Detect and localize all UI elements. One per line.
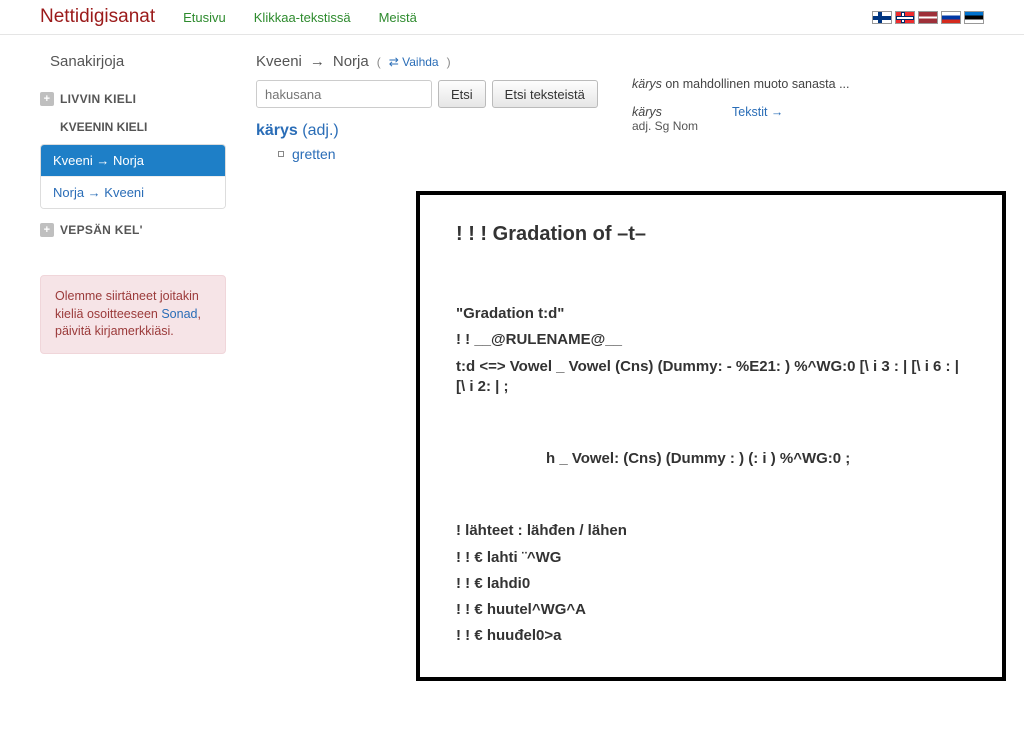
translation-link[interactable]: gretten [292, 146, 336, 162]
crumb-from: Kveeni [256, 53, 302, 70]
lang-group-kveenin[interactable]: KVEENIN KIELI [60, 116, 226, 138]
hint-word: kärys [632, 77, 662, 91]
direction-kveeni-norja[interactable]: Kveeni → Norja [41, 145, 225, 176]
crumb-to: Norja [333, 53, 369, 70]
flag-no-icon[interactable] [895, 11, 915, 24]
bullet-icon [278, 151, 284, 157]
search-input[interactable] [256, 80, 432, 108]
direction-norja-kveeni[interactable]: Norja → Kveeni [41, 176, 225, 208]
morphology: adj. Sg Nom [632, 119, 698, 133]
migration-alert: Olemme siirtäneet joitakin kieliä osoitt… [40, 275, 226, 354]
flag-lv-icon[interactable] [918, 11, 938, 24]
swap-paren: ( [377, 55, 381, 69]
nav-about[interactable]: Meistä [379, 10, 417, 25]
sidebar: Sanakirjoja + LIVVIN KIELI KVEENIN KIELI… [40, 53, 226, 354]
analysis-column: kärys on mahdollinen muoto sanasta ... k… [632, 77, 892, 133]
lang-group-label: VEPSÄN KEL' [60, 223, 143, 237]
expand-icon: + [40, 223, 54, 237]
expand-icon: + [40, 92, 54, 106]
code-line: ! lähteet : lähđen / lähen [456, 521, 966, 541]
code-line: ! ! € lahdi0 [456, 574, 966, 594]
breadcrumb: Kveeni → Norja ( ⇄ Vaihda ) [256, 53, 984, 70]
nav-click-in-text[interactable]: Klikkaa-tekstissä [254, 10, 351, 25]
swap-direction-link[interactable]: ⇄ Vaihda [389, 55, 439, 69]
lang-group-label: LIVVIN KIELI [60, 92, 136, 106]
codebox-title: ! ! ! Gradation of –t– [456, 223, 966, 246]
flag-ee-icon[interactable] [964, 11, 984, 24]
code-line: ! ! € huutel^WG^A [456, 600, 966, 620]
search-button[interactable]: Etsi [438, 80, 486, 108]
code-line: t:d <=> Vowel _ Vowel (Cns) (Dummy: - %E… [456, 357, 966, 398]
alert-link-sonad[interactable]: Sonad [161, 307, 197, 321]
form-hint: kärys on mahdollinen muoto sanasta ... [632, 77, 892, 91]
arrow-icon: → [310, 53, 325, 70]
texts-link[interactable]: Tekstit → [732, 105, 783, 119]
lemma: kärys [632, 105, 662, 119]
part-of-speech: (adj.) [302, 122, 338, 139]
search-texts-button[interactable]: Etsi teksteistä [492, 80, 598, 108]
nav-home[interactable]: Etusivu [183, 10, 226, 25]
lang-group-livvin[interactable]: + LIVVIN KIELI [40, 88, 226, 110]
code-line: "Gradation t:d" [456, 304, 966, 324]
flag-fi-icon[interactable] [872, 11, 892, 24]
sidebar-title: Sanakirjoja [50, 53, 226, 70]
direction-list: Kveeni → Norja Norja → Kveeni [40, 144, 226, 209]
code-line: ! ! __@RULENAME@__ [456, 330, 966, 350]
brand-link[interactable]: Nettidigisanat [40, 6, 155, 28]
top-bar: Nettidigisanat Etusivu Klikkaa-tekstissä… [0, 0, 1024, 35]
headword-link[interactable]: kärys (adj.) [256, 122, 339, 139]
rule-code-box: ! ! ! Gradation of –t– "Gradation t:d" !… [416, 191, 1006, 681]
swap-paren: ) [447, 55, 451, 69]
code-line: ! ! € lahti ¨^WG [456, 548, 966, 568]
code-line: h _ Vowel: (Cns) (Dummy : ) (: i ) %^WG:… [456, 449, 966, 469]
lemma-row: kärys adj. Sg Nom Tekstit → [632, 105, 892, 133]
hint-rest: on mahdollinen muoto sanasta ... [662, 77, 850, 91]
main-content: Kveeni → Norja ( ⇄ Vaihda ) Etsi Etsi te… [256, 53, 984, 354]
sense-row: gretten [278, 146, 984, 162]
topbar-left: Nettidigisanat Etusivu Klikkaa-tekstissä… [40, 6, 417, 28]
language-flags [872, 11, 984, 24]
lang-group-vepsan[interactable]: + VEPSÄN KEL' [40, 219, 226, 241]
flag-ru-icon[interactable] [941, 11, 961, 24]
lemma-left: kärys adj. Sg Nom [632, 105, 698, 133]
headword: kärys [256, 122, 298, 139]
code-line: ! ! € huuđel0>a [456, 626, 966, 646]
